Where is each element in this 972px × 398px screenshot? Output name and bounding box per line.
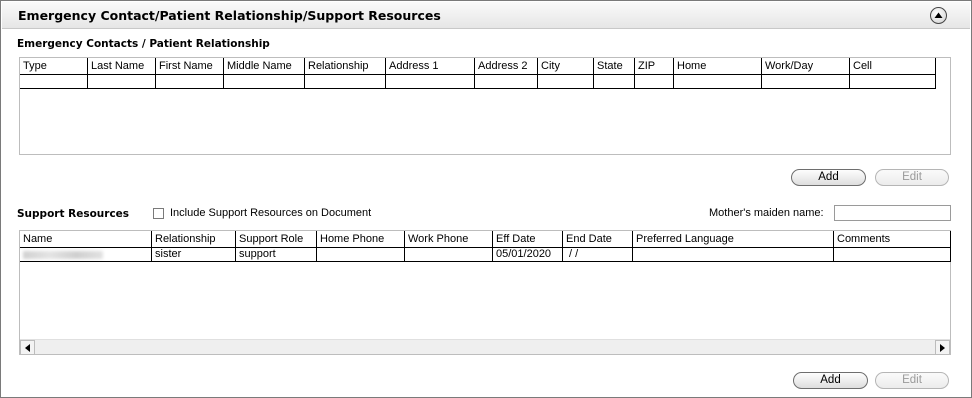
cell <box>475 75 538 88</box>
cell-relationship: sister <box>152 248 236 261</box>
cell <box>762 75 850 88</box>
cell <box>538 75 594 88</box>
mothers-maiden-name-input[interactable] <box>834 205 951 221</box>
cell <box>20 75 88 88</box>
col-last-name[interactable]: Last Name <box>88 58 156 74</box>
col-address-1[interactable]: Address 1 <box>386 58 475 74</box>
col-preferred-language[interactable]: Preferred Language <box>633 231 834 247</box>
col-eff-date[interactable]: Eff Date <box>493 231 563 247</box>
col-name[interactable]: Name <box>20 231 152 247</box>
table-row[interactable]: sister support 05/01/2020 / / <box>20 248 951 262</box>
col-work-phone[interactable]: Work Phone <box>405 231 493 247</box>
horizontal-scrollbar[interactable] <box>20 339 950 355</box>
support-section-title: Support Resources <box>17 208 130 220</box>
arrow-left-icon <box>25 344 30 352</box>
panel-title: Emergency Contact/Patient Relationship/S… <box>18 8 441 23</box>
scroll-right-button[interactable] <box>935 340 950 355</box>
cell <box>88 75 156 88</box>
panel-header: Emergency Contact/Patient Relationship/S… <box>2 2 970 29</box>
col-middle-name[interactable]: Middle Name <box>224 58 305 74</box>
col-zip[interactable]: ZIP <box>635 58 674 74</box>
cell <box>224 75 305 88</box>
emergency-edit-button[interactable]: Edit <box>875 169 949 186</box>
scroll-left-button[interactable] <box>20 340 35 355</box>
col-home-phone[interactable]: Home Phone <box>317 231 405 247</box>
include-support-label: Include Support Resources on Document <box>170 207 372 219</box>
support-resources-panel: Emergency Contact/Patient Relationship/S… <box>0 0 972 398</box>
cell <box>594 75 635 88</box>
cell <box>386 75 475 88</box>
chevron-up-circle-icon <box>934 12 943 18</box>
support-grid-header: Name Relationship Support Role Home Phon… <box>20 231 951 248</box>
arrow-right-icon <box>940 344 945 352</box>
emergency-contacts-grid[interactable]: Type Last Name First Name Middle Name Re… <box>19 57 951 155</box>
support-add-button[interactable]: Add <box>793 372 868 389</box>
col-comments[interactable]: Comments <box>834 231 951 247</box>
emergency-add-button[interactable]: Add <box>791 169 866 186</box>
cell-name <box>20 248 152 261</box>
col-address-2[interactable]: Address 2 <box>475 58 538 74</box>
cell <box>850 75 936 88</box>
col-home[interactable]: Home <box>674 58 762 74</box>
collapse-button[interactable] <box>930 7 947 24</box>
cell-end-date: / / <box>563 248 633 261</box>
col-cell[interactable]: Cell <box>850 58 936 74</box>
col-support-role[interactable]: Support Role <box>236 231 317 247</box>
cell-support-role: support <box>236 248 317 261</box>
cell <box>674 75 762 88</box>
cell <box>156 75 224 88</box>
cell-comments <box>834 248 951 261</box>
cell-preferred-language <box>633 248 834 261</box>
col-city[interactable]: City <box>538 58 594 74</box>
support-edit-button[interactable]: Edit <box>875 372 949 389</box>
emergency-grid-header: Type Last Name First Name Middle Name Re… <box>20 58 936 75</box>
cell <box>305 75 386 88</box>
emergency-section-title: Emergency Contacts / Patient Relationshi… <box>17 38 270 50</box>
table-row[interactable] <box>20 75 936 89</box>
cell-eff-date: 05/01/2020 <box>493 248 563 261</box>
cell <box>635 75 674 88</box>
redacted-name <box>23 251 103 259</box>
mothers-maiden-name-label: Mother's maiden name: <box>709 207 824 219</box>
col-work-day[interactable]: Work/Day <box>762 58 850 74</box>
support-resources-grid[interactable]: Name Relationship Support Role Home Phon… <box>19 230 951 355</box>
col-end-date[interactable]: End Date <box>563 231 633 247</box>
col-relationship[interactable]: Relationship <box>152 231 236 247</box>
col-first-name[interactable]: First Name <box>156 58 224 74</box>
cell-home-phone <box>317 248 405 261</box>
cell-work-phone <box>405 248 493 261</box>
col-type[interactable]: Type <box>20 58 88 74</box>
include-support-checkbox[interactable] <box>153 208 164 219</box>
col-state[interactable]: State <box>594 58 635 74</box>
col-relationship[interactable]: Relationship <box>305 58 386 74</box>
